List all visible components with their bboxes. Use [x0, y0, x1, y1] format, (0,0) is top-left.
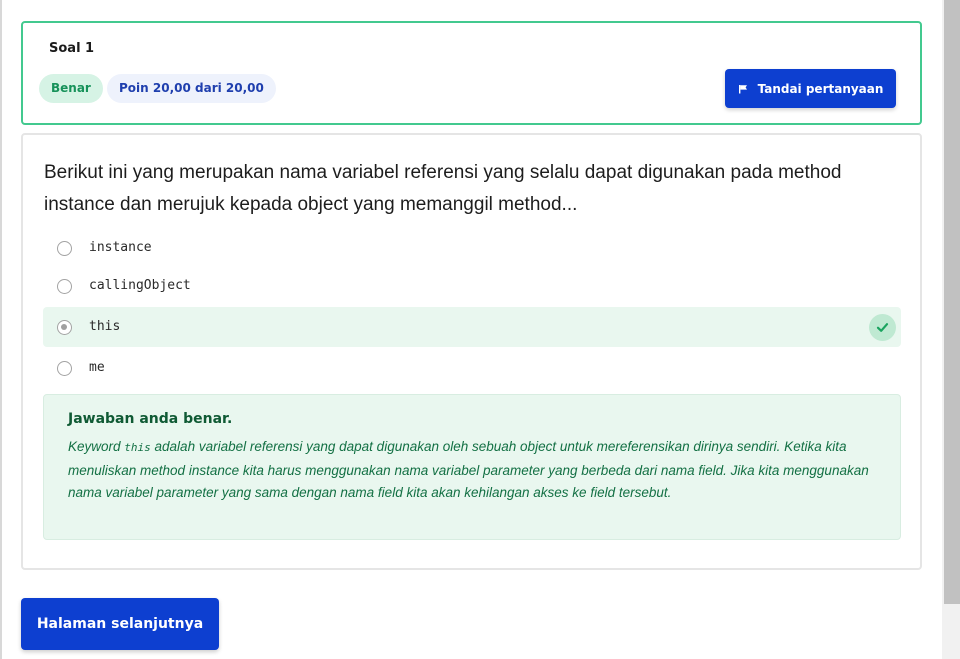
scrollbar-thumb[interactable] — [944, 0, 960, 604]
question-card: Berikut ini yang merupakan nama variabel… — [21, 133, 922, 570]
scrollbar[interactable] — [942, 0, 960, 659]
answer-option-this[interactable]: this — [43, 307, 901, 347]
next-page-button[interactable]: Halaman selanjutnya — [21, 598, 219, 650]
question-text: Berikut ini yang merupakan nama variabel… — [44, 162, 842, 215]
points-badge: Poin 20,00 dari 20,00 — [107, 74, 276, 103]
option-label: this — [89, 319, 121, 334]
question-number: Soal 1 — [49, 41, 95, 56]
radio-button-selected[interactable] — [57, 320, 72, 335]
flag-question-label: Tandai pertanyaan — [757, 81, 884, 96]
option-label: instance — [89, 240, 152, 255]
answer-option-callingobject[interactable]: callingObject — [43, 266, 901, 306]
option-label: callingObject — [89, 278, 191, 293]
feedback-explanation: Keyword this adalah variabel referensi y… — [68, 436, 878, 505]
feedback-title: Jawaban anda benar. — [68, 411, 233, 427]
flag-icon — [738, 84, 748, 94]
option-label: me — [89, 360, 105, 375]
question-info-card: Soal 1 Benar Poin 20,00 dari 20,00 Tanda… — [21, 21, 922, 125]
radio-button[interactable] — [57, 361, 72, 376]
page-edge — [0, 0, 2, 659]
flag-question-button[interactable]: Tandai pertanyaan — [725, 69, 896, 108]
check-icon — [869, 314, 896, 341]
feedback-text-start: Keyword — [68, 439, 125, 454]
answer-option-instance[interactable]: instance — [43, 228, 901, 268]
feedback-box: Jawaban anda benar. Keyword this adalah … — [43, 394, 901, 540]
status-badge: Benar — [39, 74, 103, 103]
radio-button[interactable] — [57, 241, 72, 256]
feedback-text-rest: adalah variabel referensi yang dapat dig… — [68, 439, 869, 500]
radio-button[interactable] — [57, 279, 72, 294]
answer-option-me[interactable]: me — [43, 348, 901, 388]
feedback-code-keyword: this — [124, 441, 151, 454]
